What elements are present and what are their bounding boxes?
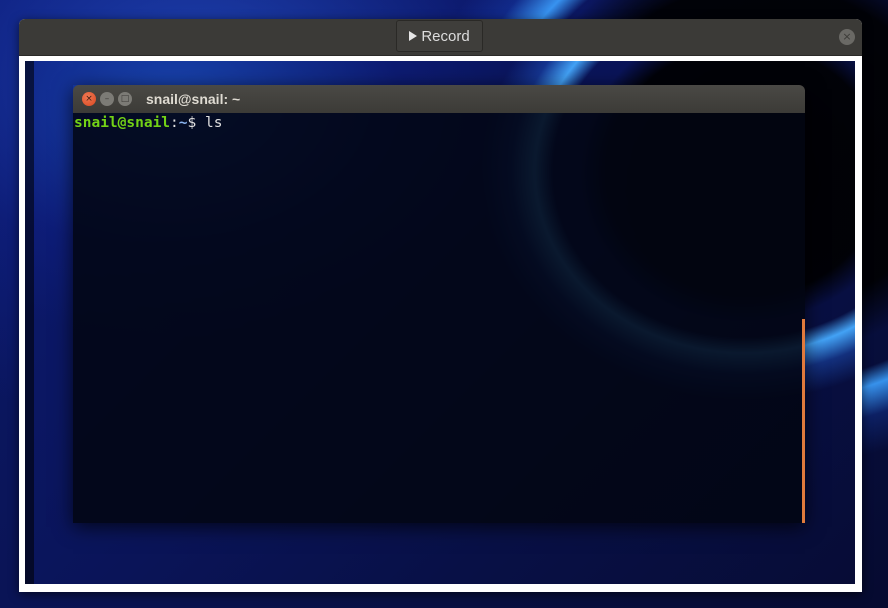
terminal-minimize-button[interactable]: – <box>100 92 114 106</box>
terminal-window[interactable]: × – □ snail@snail: ~ snail@snail:~$ ls <box>73 85 805 523</box>
prompt-symbol: $ <box>187 115 205 131</box>
terminal-title: snail@snail: ~ <box>146 91 241 107</box>
minimize-icon: – <box>104 94 110 104</box>
play-icon <box>409 31 418 41</box>
close-icon: × <box>85 94 93 104</box>
capture-edge <box>25 61 34 584</box>
recorder-header: Record × <box>19 19 862 56</box>
terminal-close-button[interactable]: × <box>82 92 96 106</box>
terminal-titlebar[interactable]: × – □ snail@snail: ~ <box>73 85 805 113</box>
prompt-separator: : <box>170 115 179 131</box>
prompt-user: snail@snail <box>74 115 171 131</box>
capture-area: × – □ snail@snail: ~ snail@snail:~$ ls <box>25 61 855 584</box>
terminal-body[interactable]: snail@snail:~$ ls <box>73 113 805 523</box>
maximize-icon: □ <box>120 94 130 104</box>
terminal-maximize-button[interactable]: □ <box>118 92 132 106</box>
prompt-line: snail@snail:~$ ls <box>74 115 222 131</box>
terminal-scrollbar[interactable] <box>802 319 805 523</box>
prompt-path: ~ <box>178 115 188 131</box>
recorder-dialog: Record × × – □ snail@snail: ~ snail@snai… <box>19 19 862 592</box>
close-dialog-button[interactable]: × <box>839 29 855 45</box>
record-button[interactable]: Record <box>396 20 483 52</box>
typed-command: ls <box>204 115 223 131</box>
record-label: Record <box>421 27 470 45</box>
close-icon: × <box>842 30 852 43</box>
